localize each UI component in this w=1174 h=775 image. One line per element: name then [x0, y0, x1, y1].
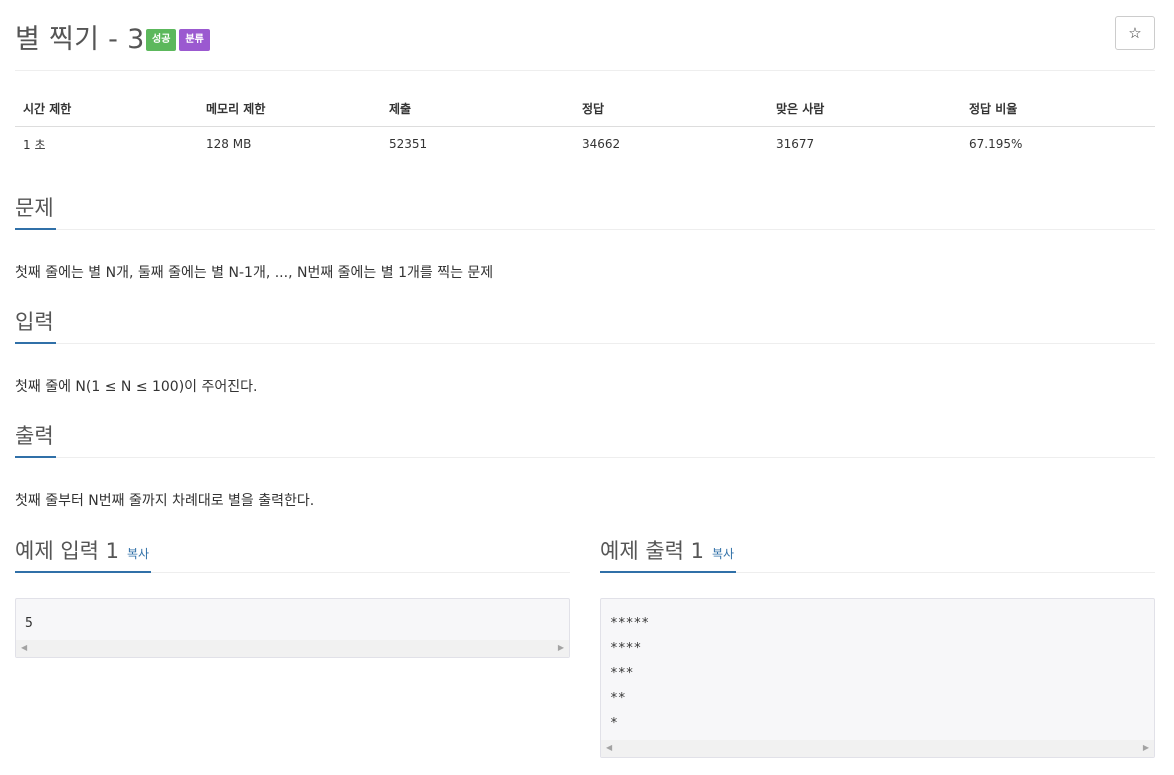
problem-section-title: 문제 — [15, 192, 56, 230]
input-section-header: 입력 — [15, 306, 1155, 344]
sample-input-scrollbar[interactable]: ◀ ▶ — [16, 640, 569, 657]
scroll-left-icon[interactable]: ◀ — [606, 743, 612, 752]
input-description: 첫째 줄에 N(1 ≤ N ≤ 100)이 주어진다. — [15, 379, 258, 395]
sample-output-content: ***** **** *** ** * — [610, 616, 650, 731]
solvers-header: 맞은 사람 — [768, 92, 961, 127]
info-value-row: 1 초 128 MB 52351 34662 31677 67.195% — [15, 126, 1155, 162]
sample-output-scrollbar[interactable]: ◀ ▶ — [601, 740, 1154, 757]
problem-description: 첫째 줄에는 별 N개, 둘째 줄에는 별 N-1개, ..., N번째 줄에는… — [15, 265, 494, 281]
problem-header: 별 찍기 - 3 성공 분류 ☆ — [15, 14, 1155, 71]
sample-input-header: 예제 입력 1 복사 — [15, 535, 570, 573]
star-icon: ☆ — [1128, 25, 1142, 42]
ratio-value: 67.195% — [969, 137, 1023, 152]
info-header-row: 시간 제한 메모리 제한 제출 정답 맞은 사람 정답 비율 — [15, 92, 1155, 127]
time-limit-value: 1 초 — [23, 137, 46, 152]
scroll-left-icon[interactable]: ◀ — [21, 643, 27, 652]
submissions-value: 52351 — [389, 137, 428, 152]
sample-input-title-wrap: 예제 입력 1 복사 — [15, 535, 152, 573]
sample-input-box[interactable]: 5 ◀ ▶ — [15, 598, 570, 658]
sample-input-content: 5 — [25, 616, 33, 631]
star-button[interactable]: ☆ — [1115, 16, 1155, 50]
submissions-header: 제출 — [381, 92, 574, 127]
copy-sample-output-button[interactable]: 복사 — [712, 547, 734, 561]
problem-badges: 성공 분류 — [146, 29, 210, 51]
problem-section-header: 문제 — [15, 192, 1155, 230]
sample-output-title: 예제 출력 1 — [600, 539, 704, 563]
category-badge[interactable]: 분류 — [179, 29, 210, 51]
memory-limit-value: 128 MB — [206, 137, 252, 152]
scroll-right-icon[interactable]: ▶ — [558, 643, 564, 652]
memory-limit-header: 메모리 제한 — [198, 92, 381, 127]
ratio-header: 정답 비율 — [961, 92, 1155, 127]
sample-input-title: 예제 입력 1 — [15, 539, 119, 563]
success-badge[interactable]: 성공 — [146, 29, 177, 51]
solvers-value: 31677 — [776, 137, 815, 152]
sample-output-box[interactable]: ***** **** *** ** * ◀ ▶ — [600, 598, 1155, 758]
scroll-right-icon[interactable]: ▶ — [1143, 743, 1149, 752]
accepted-header: 정답 — [574, 92, 768, 127]
problem-info-table: 시간 제한 메모리 제한 제출 정답 맞은 사람 정답 비율 1 초 128 M… — [15, 92, 1155, 162]
time-limit-header: 시간 제한 — [15, 92, 198, 127]
copy-sample-input-button[interactable]: 복사 — [127, 547, 149, 561]
sample-output-title-wrap: 예제 출력 1 복사 — [600, 535, 737, 573]
input-section-title: 입력 — [15, 306, 56, 344]
output-section-title: 출력 — [15, 420, 56, 458]
output-section-header: 출력 — [15, 420, 1155, 458]
output-description: 첫째 줄부터 N번째 줄까지 차례대로 별을 출력한다. — [15, 493, 315, 509]
sample-output-header: 예제 출력 1 복사 — [600, 535, 1155, 573]
page-title: 별 찍기 - 3 — [15, 24, 145, 55]
accepted-value: 34662 — [582, 137, 621, 152]
